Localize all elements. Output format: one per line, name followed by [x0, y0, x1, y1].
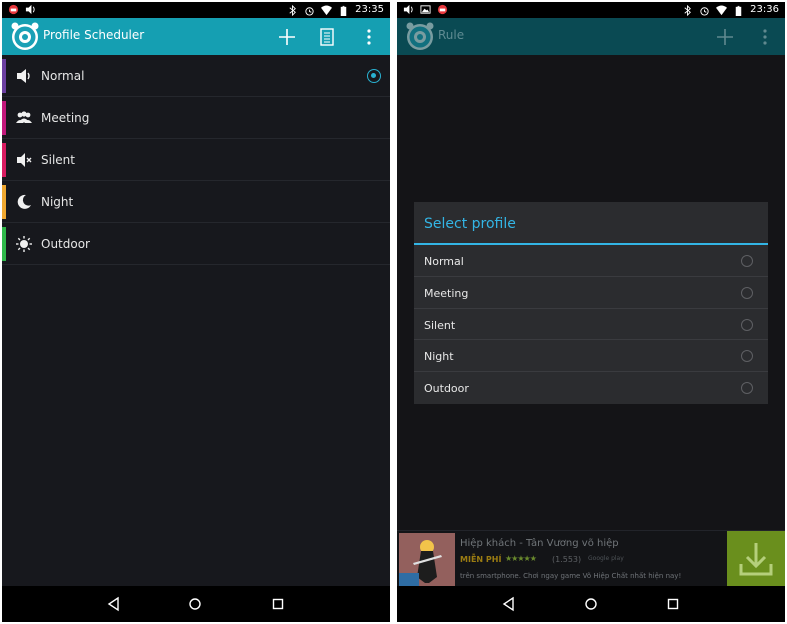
overflow-menu-icon[interactable]: [755, 27, 775, 47]
select-profile-dialog: Select profile Normal Meeting Silent Nig…: [414, 202, 768, 404]
home-icon[interactable]: [583, 596, 599, 612]
app-title: Profile Scheduler: [43, 28, 145, 42]
profile-label: Meeting: [41, 111, 90, 125]
recents-icon[interactable]: [270, 596, 286, 612]
profile-label: Silent: [41, 153, 75, 167]
selected-radio[interactable]: [367, 69, 381, 83]
back-icon[interactable]: [106, 596, 122, 612]
notification-icon: [8, 4, 19, 15]
option-label: Outdoor: [424, 382, 469, 396]
action-bar: Profile Scheduler: [2, 18, 390, 55]
image-icon: [420, 5, 431, 14]
bluetooth-icon: [684, 4, 692, 16]
profile-row-normal[interactable]: Normal: [2, 55, 390, 97]
profile-color-bar: [2, 185, 6, 219]
app-logo-alarm-icon[interactable]: [405, 21, 435, 51]
meeting-people-icon: [16, 111, 32, 123]
option-radio[interactable]: [741, 350, 753, 363]
option-label: Normal: [424, 255, 464, 268]
sun-icon: [16, 236, 32, 252]
profile-color-bar: [2, 227, 6, 261]
add-icon[interactable]: [715, 27, 735, 47]
add-icon[interactable]: [277, 27, 297, 47]
profile-row-night[interactable]: Night: [2, 181, 390, 223]
profile-color-bar: [2, 101, 6, 135]
profile-label: Normal: [41, 69, 85, 83]
wifi-icon: [321, 4, 333, 15]
dialog-option-normal[interactable]: Normal: [414, 245, 768, 277]
ad-title[interactable]: Hiệp khách - Tân Vương võ hiệp: [460, 538, 619, 549]
download-icon: [739, 543, 773, 576]
wifi-icon: [716, 4, 728, 15]
option-label: Silent: [424, 318, 456, 332]
ad-banner[interactable]: Hiệp khách - Tân Vương võ hiệp MIỄN PHÍ …: [397, 530, 785, 588]
bluetooth-icon: [289, 4, 297, 16]
profile-color-bar: [2, 59, 6, 93]
option-label: Night: [424, 350, 454, 364]
speaker-icon: [17, 69, 30, 83]
volume-icon: [403, 4, 413, 15]
screen-title: Rule: [438, 28, 465, 42]
alarm-icon: [305, 6, 314, 16]
dialog-option-outdoor[interactable]: Outdoor: [414, 372, 768, 404]
moon-icon: [17, 194, 31, 209]
dialog-title: Select profile: [424, 216, 516, 232]
home-icon[interactable]: [187, 596, 203, 612]
list-icon[interactable]: [317, 27, 337, 47]
dialog-option-meeting[interactable]: Meeting: [414, 277, 768, 309]
profile-row-meeting[interactable]: Meeting: [2, 97, 390, 139]
battery-icon: [340, 5, 347, 16]
action-bar: Rule: [397, 18, 785, 55]
ad-rating-stars: ★★★★★: [505, 554, 537, 563]
option-radio[interactable]: [741, 286, 753, 299]
dialog-option-night[interactable]: Night: [414, 340, 768, 373]
google-play-label: Google play: [588, 555, 624, 562]
profile-label: Outdoor: [41, 237, 90, 251]
nav-bar: [397, 586, 785, 622]
game-thumbnail[interactable]: [399, 533, 455, 587]
status-bar: 23:35: [2, 2, 390, 18]
profile-label: Night: [41, 195, 74, 209]
app-logo-alarm-icon[interactable]: [10, 21, 40, 51]
ad-description: trên smartphone. Chơi ngay game Võ Hiệp …: [460, 572, 682, 580]
alarm-icon: [700, 6, 709, 16]
overflow-menu-icon[interactable]: [359, 27, 379, 47]
profile-color-bar: [2, 143, 6, 177]
volume-icon: [25, 4, 35, 15]
recents-icon[interactable]: [665, 596, 681, 612]
profile-scheduler-screen: 23:35 Profile Scheduler Normal Meeting S…: [2, 2, 390, 622]
option-radio[interactable]: [741, 318, 753, 331]
status-bar: 23:36: [397, 2, 785, 18]
mute-icon: [17, 153, 32, 167]
option-label: Meeting: [424, 286, 469, 300]
notification-icon: [437, 4, 448, 15]
ad-price: MIỄN PHÍ: [460, 555, 502, 564]
dialog-options-list: Normal Meeting Silent Night Outdoor: [414, 245, 768, 404]
nav-bar: [2, 586, 390, 622]
status-time: 23:36: [750, 4, 779, 15]
profile-row-outdoor[interactable]: Outdoor: [2, 223, 390, 265]
download-button[interactable]: [727, 531, 785, 588]
option-radio[interactable]: [741, 382, 753, 395]
profile-list: Normal Meeting Silent Night Outdoor: [2, 55, 390, 265]
profile-row-silent[interactable]: Silent: [2, 139, 390, 181]
battery-icon: [735, 5, 742, 16]
dialog-option-silent[interactable]: Silent: [414, 309, 768, 341]
ad-rating-count: (1.553): [552, 555, 582, 564]
option-radio[interactable]: [741, 255, 753, 267]
back-icon[interactable]: [501, 596, 517, 612]
status-time: 23:35: [355, 4, 384, 15]
rule-screen: 23:36 Rule Select profile Normal Meeting: [397, 2, 785, 622]
